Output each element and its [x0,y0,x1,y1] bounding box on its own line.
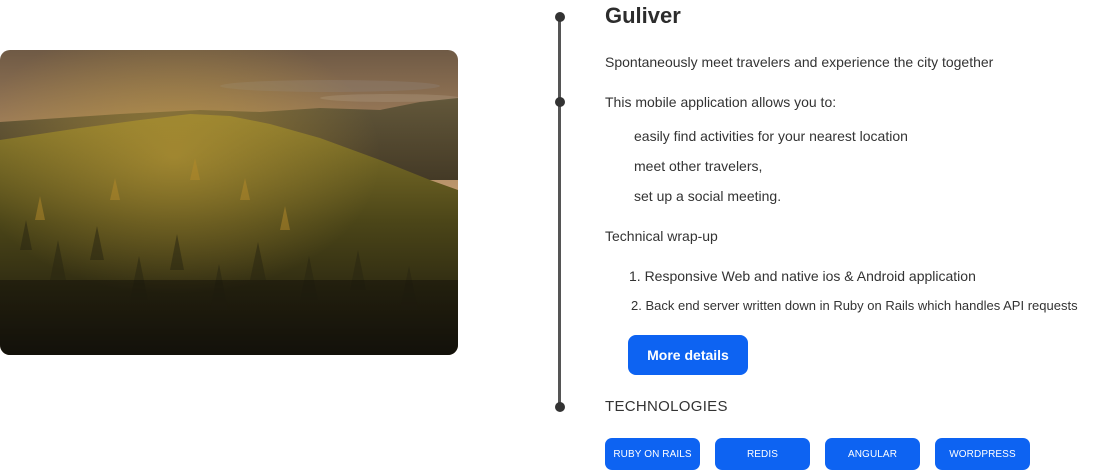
project-tagline: Spontaneously meet travelers and experie… [605,54,994,70]
technology-badge[interactable]: RUBY ON RAILS [605,438,700,470]
technology-badge[interactable]: ANGULAR [825,438,920,470]
more-details-button[interactable]: More details [628,335,748,375]
project-intro: This mobile application allows you to: [605,94,837,110]
feature-item: easily find activities for your nearest … [634,128,908,144]
project-title: Guliver [605,3,681,28]
feature-item: meet other travelers, [634,158,763,174]
tech-wrapup-item: 1. Responsive Web and native ios & Andro… [629,268,976,284]
timeline-dot [555,12,565,22]
timeline-dot [555,402,565,412]
feature-item: set up a social meeting. [634,188,782,204]
technology-badge[interactable]: REDIS [715,438,810,470]
timeline-line [558,16,561,408]
tech-wrapup-label: Technical wrap-up [605,228,718,244]
technologies-heading: TECHNOLOGIES [605,398,728,415]
technology-badge[interactable]: WORDPRESS [935,438,1030,470]
tech-wrapup-item: 2. Back end server written down in Ruby … [631,298,1078,313]
project-image [0,50,458,355]
timeline-dot [555,97,565,107]
